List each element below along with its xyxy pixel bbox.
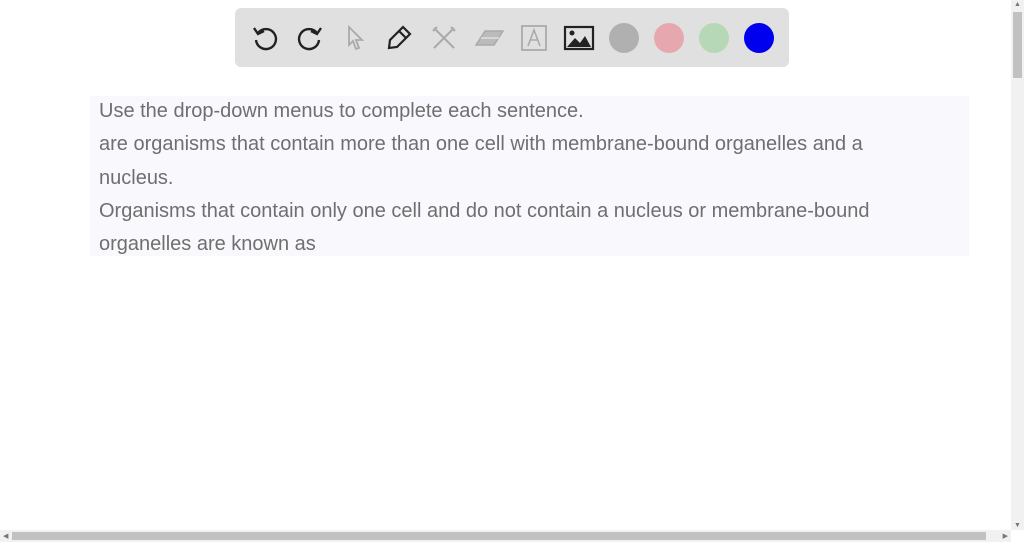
text-button[interactable]: [518, 22, 550, 54]
horizontal-scroll-thumb[interactable]: [12, 532, 986, 540]
tools-button[interactable]: [428, 22, 460, 54]
scroll-down-arrow-icon[interactable]: ▼: [1014, 522, 1021, 529]
sentence-1-text: are organisms that contain more than one…: [99, 133, 863, 155]
sentence-2-text: Organisms that contain only one cell and…: [99, 200, 870, 222]
question-text-block: Use the drop-down menus to complete each…: [90, 96, 969, 256]
color-gray-swatch[interactable]: [609, 23, 639, 53]
drawing-toolbar: [235, 8, 789, 67]
scroll-left-arrow-icon[interactable]: ◀: [3, 532, 8, 540]
undo-icon: [253, 27, 278, 51]
horizontal-scrollbar[interactable]: ◀ ▶: [0, 530, 1011, 542]
color-blue-swatch[interactable]: [744, 23, 774, 53]
vertical-scrollbar[interactable]: ▲ ▼: [1011, 0, 1024, 530]
sentence-2-continuation: organelles are known as: [99, 233, 316, 255]
vertical-scroll-thumb[interactable]: [1013, 12, 1022, 78]
pen-icon: [387, 25, 412, 50]
instruction-text: Use the drop-down menus to complete each…: [99, 100, 584, 122]
color-green-swatch[interactable]: [699, 23, 729, 53]
pen-button[interactable]: [383, 22, 415, 54]
sentence-1-continuation: nucleus.: [99, 167, 174, 189]
tools-icon: [432, 26, 456, 49]
select-button[interactable]: [339, 22, 371, 54]
image-icon: [563, 25, 595, 51]
text-icon: [521, 25, 547, 51]
redo-icon: [297, 27, 322, 51]
undo-button[interactable]: [249, 22, 281, 54]
scroll-right-arrow-icon[interactable]: ▶: [1003, 532, 1008, 540]
eraser-icon: [474, 30, 505, 46]
scroll-up-arrow-icon[interactable]: ▲: [1014, 1, 1021, 8]
color-pink-swatch[interactable]: [654, 23, 684, 53]
redo-button[interactable]: [294, 22, 326, 54]
select-icon: [348, 24, 365, 51]
eraser-button[interactable]: [473, 22, 505, 54]
image-button[interactable]: [563, 22, 595, 54]
